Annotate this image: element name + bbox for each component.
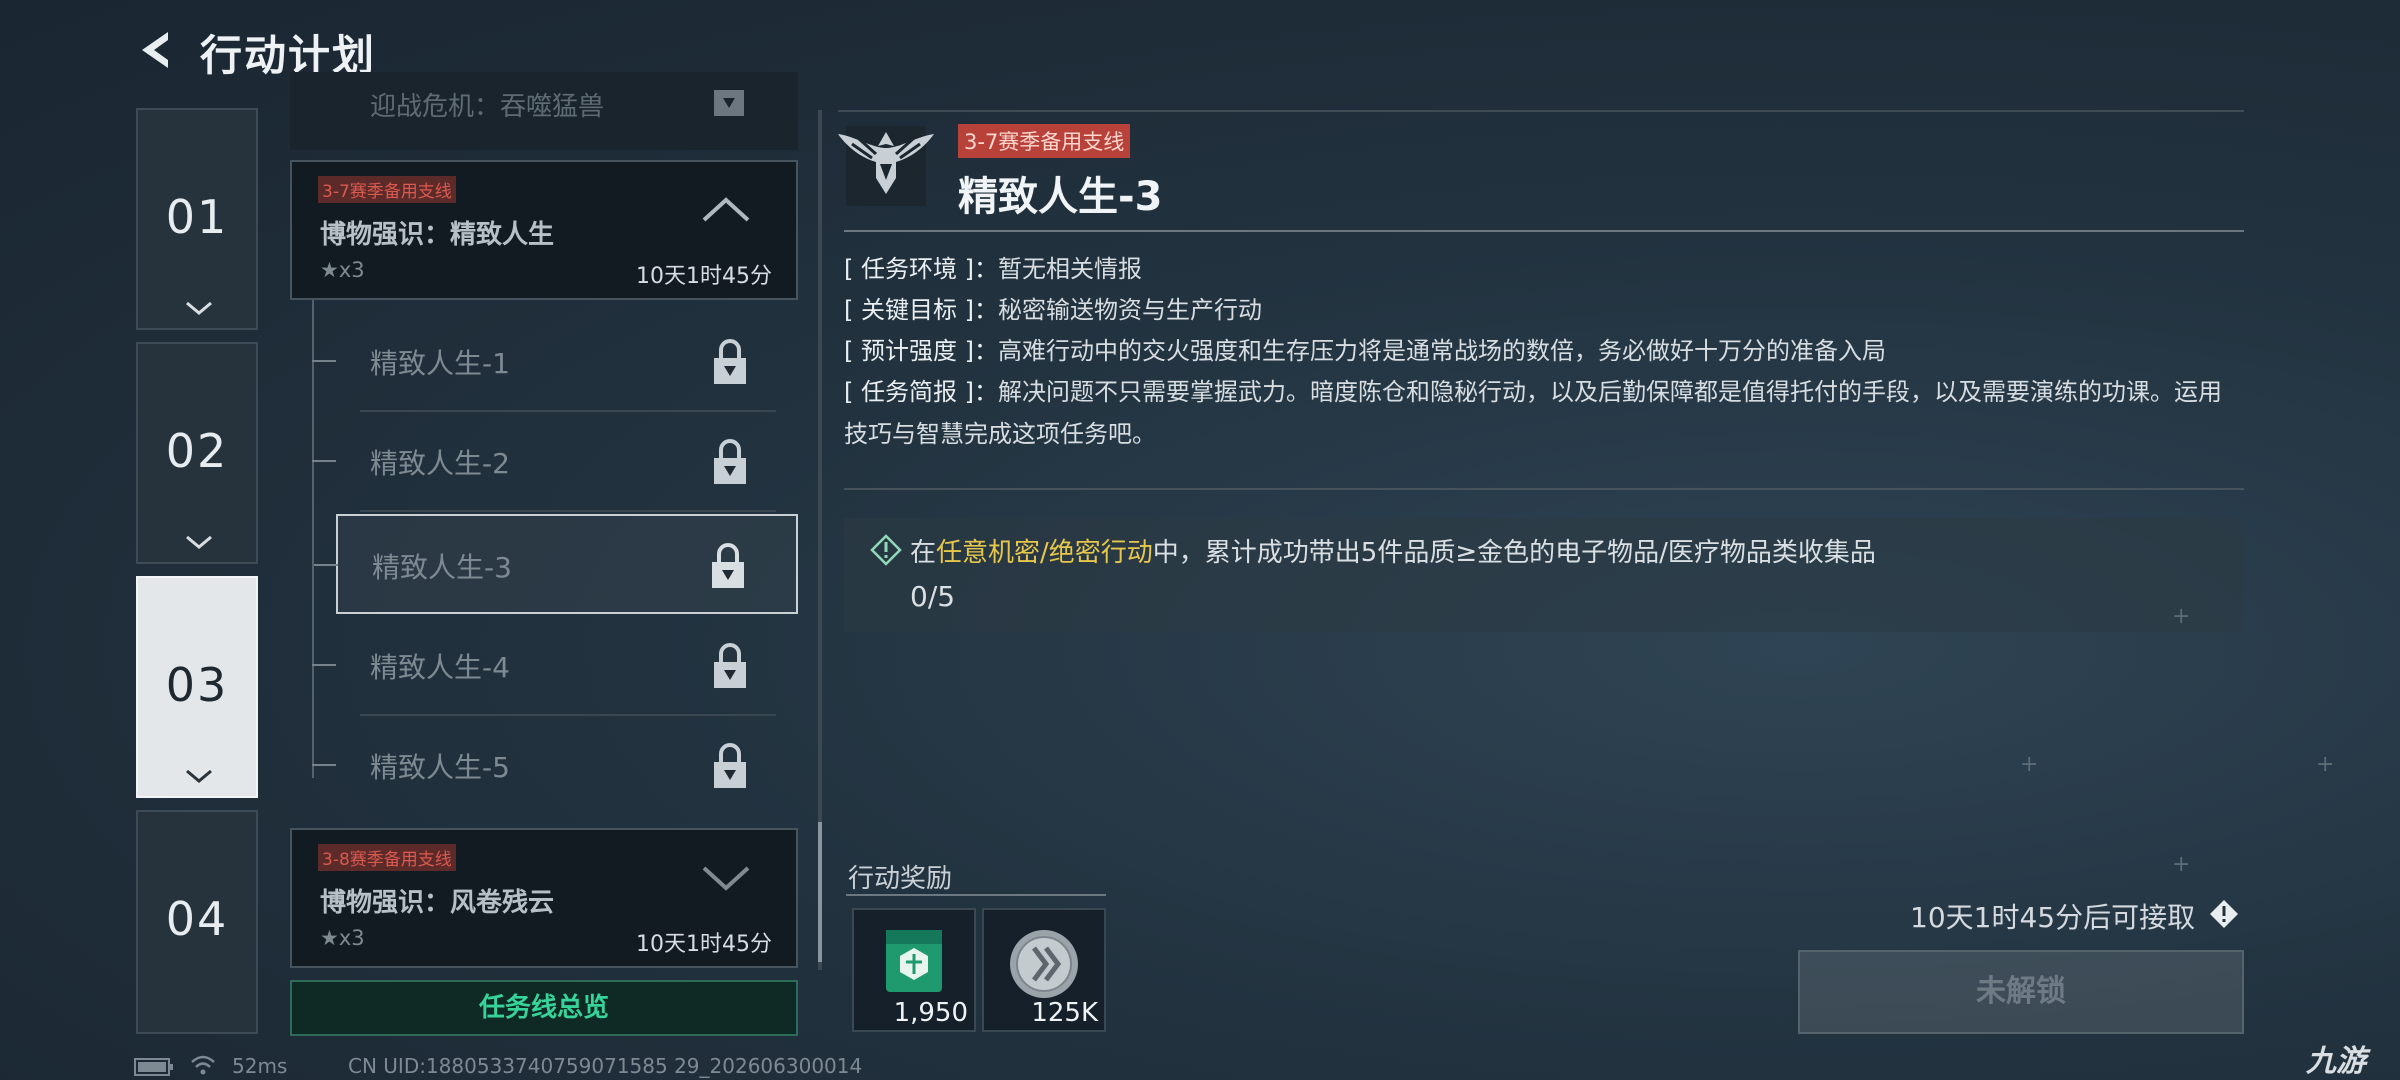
tree-connector <box>312 300 314 778</box>
reward-item-coin[interactable]: 125K <box>982 908 1106 1032</box>
star-rating: ★x3 <box>320 926 365 950</box>
scrollbar-thumb[interactable] <box>818 822 822 962</box>
sub-mission-name: 精致人生-5 <box>370 751 510 784</box>
divider <box>838 110 2244 112</box>
info-environment: [ 任务环境 ]：暂无相关情报 <box>844 248 2224 290</box>
info-briefing: [ 任务简报 ]：解决问题不只需要掌握武力。暗度陈仓和隐秘行动，以及后勤保障都是… <box>844 371 2224 455</box>
reward-quantity: 125K <box>1031 998 1098 1028</box>
mission-card[interactable]: 3-8赛季备用支线 博物强识：风卷残云 ★x3 10天1时45分 <box>290 828 798 968</box>
objective-suffix: 中，累计成功带出5件品质≥金色的电子物品/医疗物品类收集品 <box>1152 538 1876 568</box>
crosshair-decoration: + <box>2316 752 2335 777</box>
sub-mission-5[interactable]: 精致人生-5 <box>312 716 798 816</box>
sub-mission-name: 精致人生-3 <box>372 551 512 584</box>
objective-highlight: 任意机密/绝密行动 <box>936 538 1153 568</box>
mission-title: 迎战危机：吞噬猛兽 <box>370 92 605 122</box>
reward-section-title: 行动奖励 <box>848 864 953 894</box>
back-arrow-icon[interactable] <box>136 28 176 72</box>
chapter-number: 03 <box>165 658 229 712</box>
mission-title: 博物强识：风卷残云 <box>320 888 555 918</box>
sub-mission-name: 精致人生-2 <box>370 447 510 480</box>
objective-prefix: 在 <box>910 538 937 568</box>
chapter-tab-04[interactable]: 04 <box>136 810 258 1034</box>
user-uid: CN UID:1880533740759071585 29_2026063000… <box>348 1054 863 1078</box>
mission-detail-title: 精致人生-3 <box>958 174 1163 220</box>
info-value: 暂无相关情报 <box>997 255 1142 283</box>
chevron-down-icon <box>186 301 212 315</box>
divider <box>844 488 2244 490</box>
supply-crate-icon <box>886 930 942 992</box>
sub-mission-2[interactable]: 精致人生-2 <box>312 412 798 512</box>
diamond-alert-icon <box>870 534 902 566</box>
chapter-tab-02[interactable]: 02 <box>136 342 258 564</box>
chevron-up-icon[interactable] <box>700 194 752 224</box>
crosshair-decoration: + <box>2172 604 2191 629</box>
chapter-tab-03[interactable]: 03 <box>136 576 258 798</box>
chevron-down-icon <box>186 535 212 549</box>
ping-readout: 52ms <box>232 1054 288 1078</box>
lock-icon <box>714 339 746 384</box>
coin-icon <box>1010 930 1078 998</box>
info-intensity: [ 预计强度 ]：高难行动中的交火强度和生存压力将是通常战场的数倍，务必做好十万… <box>844 330 2224 372</box>
watermark-logo: 九游 <box>2306 1044 2366 1079</box>
crosshair-decoration: + <box>2172 852 2191 877</box>
tree-branch <box>312 460 336 462</box>
reward-quantity: 1,950 <box>893 998 968 1028</box>
lock-icon <box>712 543 744 588</box>
chapter-number: 04 <box>165 892 229 946</box>
info-key-objective: [ 关键目标 ]：秘密输送物资与生产行动 <box>844 289 2224 331</box>
lock-icon <box>714 743 746 788</box>
info-value: 高难行动中的交火强度和生存压力将是通常战场的数倍，务必做好十万分的准备入局 <box>997 337 1886 365</box>
sub-mission-4[interactable]: 精致人生-4 <box>312 616 798 716</box>
sub-mission-name: 精致人生-1 <box>370 347 510 380</box>
mission-line-overview-button[interactable]: 任务线总览 <box>290 980 798 1036</box>
tree-branch <box>312 764 336 766</box>
objective-progress: 0/5 <box>910 580 956 613</box>
locked-accept-button[interactable]: 未解锁 <box>1798 950 2244 1034</box>
mission-time: 10天1时45分 <box>636 264 772 289</box>
sub-mission-3[interactable]: 精致人生-3 <box>314 514 798 614</box>
info-label: [ 任务简报 ]： <box>844 378 998 406</box>
season-tag: 3-7赛季备用支线 <box>958 124 1131 158</box>
sub-mission-name: 精致人生-4 <box>370 651 510 684</box>
eagle-emblem-icon <box>838 126 934 206</box>
chapter-number: 01 <box>165 190 229 244</box>
mission-card-partial[interactable]: 迎战危机：吞噬猛兽 <box>290 72 798 150</box>
mission-time: 10天1时45分 <box>636 932 772 957</box>
chevron-down-icon[interactable] <box>700 862 752 892</box>
tree-branch <box>312 360 336 362</box>
info-label: [ 任务环境 ]： <box>844 255 998 283</box>
star-rating: ★x3 <box>320 258 365 282</box>
mission-title: 博物强识：精致人生 <box>320 220 555 250</box>
available-countdown: 10天1时45分后可接取 <box>1910 901 2196 934</box>
sub-mission-1[interactable]: 精致人生-1 <box>312 312 798 412</box>
lock-icon <box>714 643 746 688</box>
mission-card[interactable]: 3-7赛季备用支线 博物强识：精致人生 ★x3 10天1时45分 <box>290 160 798 300</box>
objective-text: 在任意机密/绝密行动中，累计成功带出5件品质≥金色的电子物品/医疗物品类收集品 <box>910 532 1876 569</box>
chevron-down-icon <box>186 769 212 783</box>
row-divider <box>360 510 776 512</box>
lock-icon <box>714 439 746 484</box>
wifi-icon <box>191 1055 215 1075</box>
chapter-tab-01[interactable]: 01 <box>136 108 258 330</box>
diamond-alert-icon[interactable] <box>2208 898 2240 930</box>
divider <box>844 230 2244 232</box>
divider <box>846 894 1106 896</box>
info-value: 解决问题不只需要掌握武力。暗度陈仓和隐秘行动，以及后勤保障都是值得托付的手段，以… <box>844 378 2222 448</box>
tree-branch <box>314 564 338 566</box>
battery-icon <box>134 1058 173 1076</box>
chapter-number: 02 <box>165 424 229 478</box>
info-value: 秘密输送物资与生产行动 <box>997 296 1262 324</box>
lock-icon <box>714 90 744 116</box>
season-tag: 3-8赛季备用支线 <box>318 844 456 871</box>
info-label: [ 预计强度 ]： <box>844 337 998 365</box>
reward-item-supply-crate[interactable]: 1,950 <box>852 908 976 1032</box>
info-label: [ 关键目标 ]： <box>844 296 998 324</box>
season-tag: 3-7赛季备用支线 <box>318 176 456 203</box>
crosshair-decoration: + <box>2020 752 2039 777</box>
tree-branch <box>312 664 336 666</box>
